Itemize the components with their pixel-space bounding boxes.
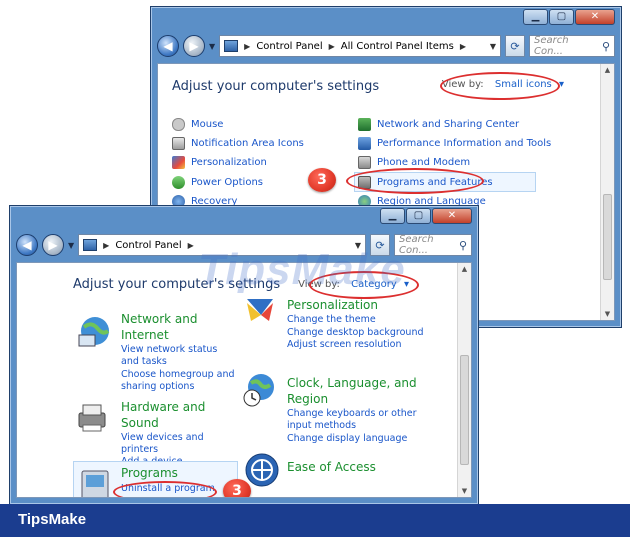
search-input[interactable]: Search Con... ⚲ bbox=[529, 35, 615, 57]
chevron-right-icon: ▶ bbox=[328, 41, 335, 51]
performance-icon bbox=[358, 137, 371, 150]
category-content: Adjust your computer's settings View by:… bbox=[16, 262, 472, 498]
category-network-internet: Network and Internet View network status… bbox=[121, 311, 235, 393]
control-panel-icon bbox=[224, 40, 239, 52]
phone-icon bbox=[358, 156, 371, 169]
address-bar[interactable]: ▶ Control Panel ▶ All Control Panel Item… bbox=[219, 35, 501, 57]
search-placeholder: Search Con... bbox=[399, 234, 434, 256]
item-label: Network and Sharing Center bbox=[377, 119, 520, 130]
power-options-icon bbox=[172, 176, 185, 189]
minimize-button[interactable]: ▁ bbox=[523, 9, 548, 25]
item-mouse[interactable]: Mouse bbox=[172, 118, 223, 131]
back-button[interactable]: ◀ bbox=[16, 234, 38, 256]
category-link[interactable]: Choose homegroup and sharing options bbox=[121, 369, 235, 393]
category-heading[interactable]: Hardware and Sound bbox=[121, 399, 235, 431]
item-performance[interactable]: Performance Information and Tools bbox=[358, 137, 551, 150]
page-title: Adjust your computer's settings bbox=[172, 79, 380, 94]
maximize-button[interactable]: ▢ bbox=[406, 208, 431, 224]
scroll-thumb[interactable] bbox=[603, 194, 612, 280]
item-label: Performance Information and Tools bbox=[377, 138, 552, 149]
uninstall-highlight bbox=[113, 481, 217, 497]
category-ease-of-access: Ease of Access bbox=[287, 459, 417, 475]
category-heading[interactable]: Programs bbox=[121, 465, 235, 481]
chevron-right-icon: ▶ bbox=[187, 240, 194, 250]
footer-brand: TipsMake bbox=[18, 511, 87, 528]
scroll-up-icon[interactable]: ▲ bbox=[601, 64, 614, 76]
category-link[interactable]: Change keyboards or other input methods bbox=[287, 408, 417, 432]
hardware-sound-icon bbox=[78, 404, 106, 432]
forward-button[interactable]: ▶ bbox=[42, 234, 64, 256]
category-link[interactable]: Change display language bbox=[287, 433, 417, 445]
maximize-button[interactable]: ▢ bbox=[549, 9, 574, 25]
chevron-right-icon: ▶ bbox=[103, 240, 110, 250]
window-caption-buttons: ▁ ▢ ✕ bbox=[523, 9, 615, 25]
clock-region-icon bbox=[243, 374, 274, 407]
search-icon[interactable]: ⚲ bbox=[459, 239, 467, 252]
breadcrumb-control-panel[interactable]: Control Panel bbox=[115, 240, 181, 251]
watermark: TipsMake bbox=[198, 245, 406, 294]
category-heading[interactable]: Ease of Access bbox=[287, 459, 417, 475]
search-placeholder: Search Con... bbox=[534, 35, 569, 57]
category-hardware-sound: Hardware and Sound View devices and prin… bbox=[121, 399, 235, 468]
category-link[interactable]: View network status and tasks bbox=[121, 344, 235, 368]
item-label: Power Options bbox=[191, 177, 263, 188]
personalization-icon bbox=[172, 156, 185, 169]
scrollbar[interactable]: ▲ ▼ bbox=[600, 64, 614, 320]
address-dropdown-icon[interactable]: ▼ bbox=[490, 42, 496, 51]
mouse-icon bbox=[172, 118, 185, 131]
breadcrumb-control-panel[interactable]: Control Panel bbox=[256, 41, 322, 52]
recent-pages-icon[interactable]: ▼ bbox=[209, 42, 215, 51]
category-personalization: Personalization Change the theme Change … bbox=[287, 297, 437, 351]
navigation-bar: ◀ ▶ ▼ ▶ Control Panel ▶ All Control Pane… bbox=[157, 33, 615, 59]
recent-pages-icon[interactable]: ▼ bbox=[68, 241, 74, 250]
footer-bar: TipsMake bbox=[0, 504, 630, 537]
item-power-options[interactable]: Power Options bbox=[172, 176, 263, 189]
category-clock-language-region: Clock, Language, and Region Change keybo… bbox=[287, 375, 417, 445]
scroll-thumb[interactable] bbox=[460, 355, 469, 465]
back-button[interactable]: ◀ bbox=[157, 35, 179, 57]
category-heading[interactable]: Network and Internet bbox=[121, 311, 235, 343]
category-heading[interactable]: Clock, Language, and Region bbox=[287, 375, 417, 407]
scroll-up-icon[interactable]: ▲ bbox=[458, 263, 471, 275]
category-heading[interactable]: Personalization bbox=[287, 297, 437, 313]
category-link[interactable]: Adjust screen resolution bbox=[287, 339, 437, 351]
item-notification-area[interactable]: Notification Area Icons bbox=[172, 137, 304, 150]
item-label: Personalization bbox=[191, 157, 267, 168]
close-button[interactable]: ✕ bbox=[432, 208, 472, 224]
step-badge: 3 bbox=[308, 168, 336, 192]
scroll-down-icon[interactable]: ▼ bbox=[458, 485, 471, 497]
network-icon bbox=[358, 118, 371, 131]
item-personalization[interactable]: Personalization bbox=[172, 156, 267, 169]
item-label: Mouse bbox=[191, 119, 224, 130]
category-link[interactable]: View devices and printers bbox=[121, 432, 235, 456]
category-link[interactable]: Change the theme bbox=[287, 314, 437, 326]
minimize-button[interactable]: ▁ bbox=[380, 208, 405, 224]
scrollbar[interactable]: ▲ ▼ bbox=[457, 263, 471, 497]
network-internet-icon bbox=[78, 317, 110, 347]
personalization-icon bbox=[247, 299, 273, 321]
forward-button[interactable]: ▶ bbox=[183, 35, 205, 57]
programs-icon bbox=[81, 470, 109, 497]
scroll-down-icon[interactable]: ▼ bbox=[601, 308, 614, 320]
item-network-sharing[interactable]: Network and Sharing Center bbox=[358, 118, 519, 131]
item-label: Phone and Modem bbox=[377, 157, 471, 168]
chevron-right-icon: ▶ bbox=[244, 41, 251, 51]
breadcrumb-all-items[interactable]: All Control Panel Items bbox=[341, 41, 454, 52]
ease-of-access-icon bbox=[245, 453, 279, 487]
window-caption-buttons: ▁ ▢ ✕ bbox=[380, 208, 472, 224]
item-label: Notification Area Icons bbox=[191, 138, 304, 149]
view-by-highlight bbox=[440, 72, 560, 100]
search-icon[interactable]: ⚲ bbox=[602, 40, 610, 53]
programs-features-highlight bbox=[346, 168, 484, 194]
category-link[interactable]: Change desktop background bbox=[287, 327, 437, 339]
chevron-right-icon: ▶ bbox=[459, 41, 466, 51]
close-button[interactable]: ✕ bbox=[575, 9, 615, 25]
control-panel-icon bbox=[83, 239, 98, 251]
notification-area-icon bbox=[172, 137, 185, 150]
refresh-button[interactable]: ⟳ bbox=[505, 35, 525, 57]
